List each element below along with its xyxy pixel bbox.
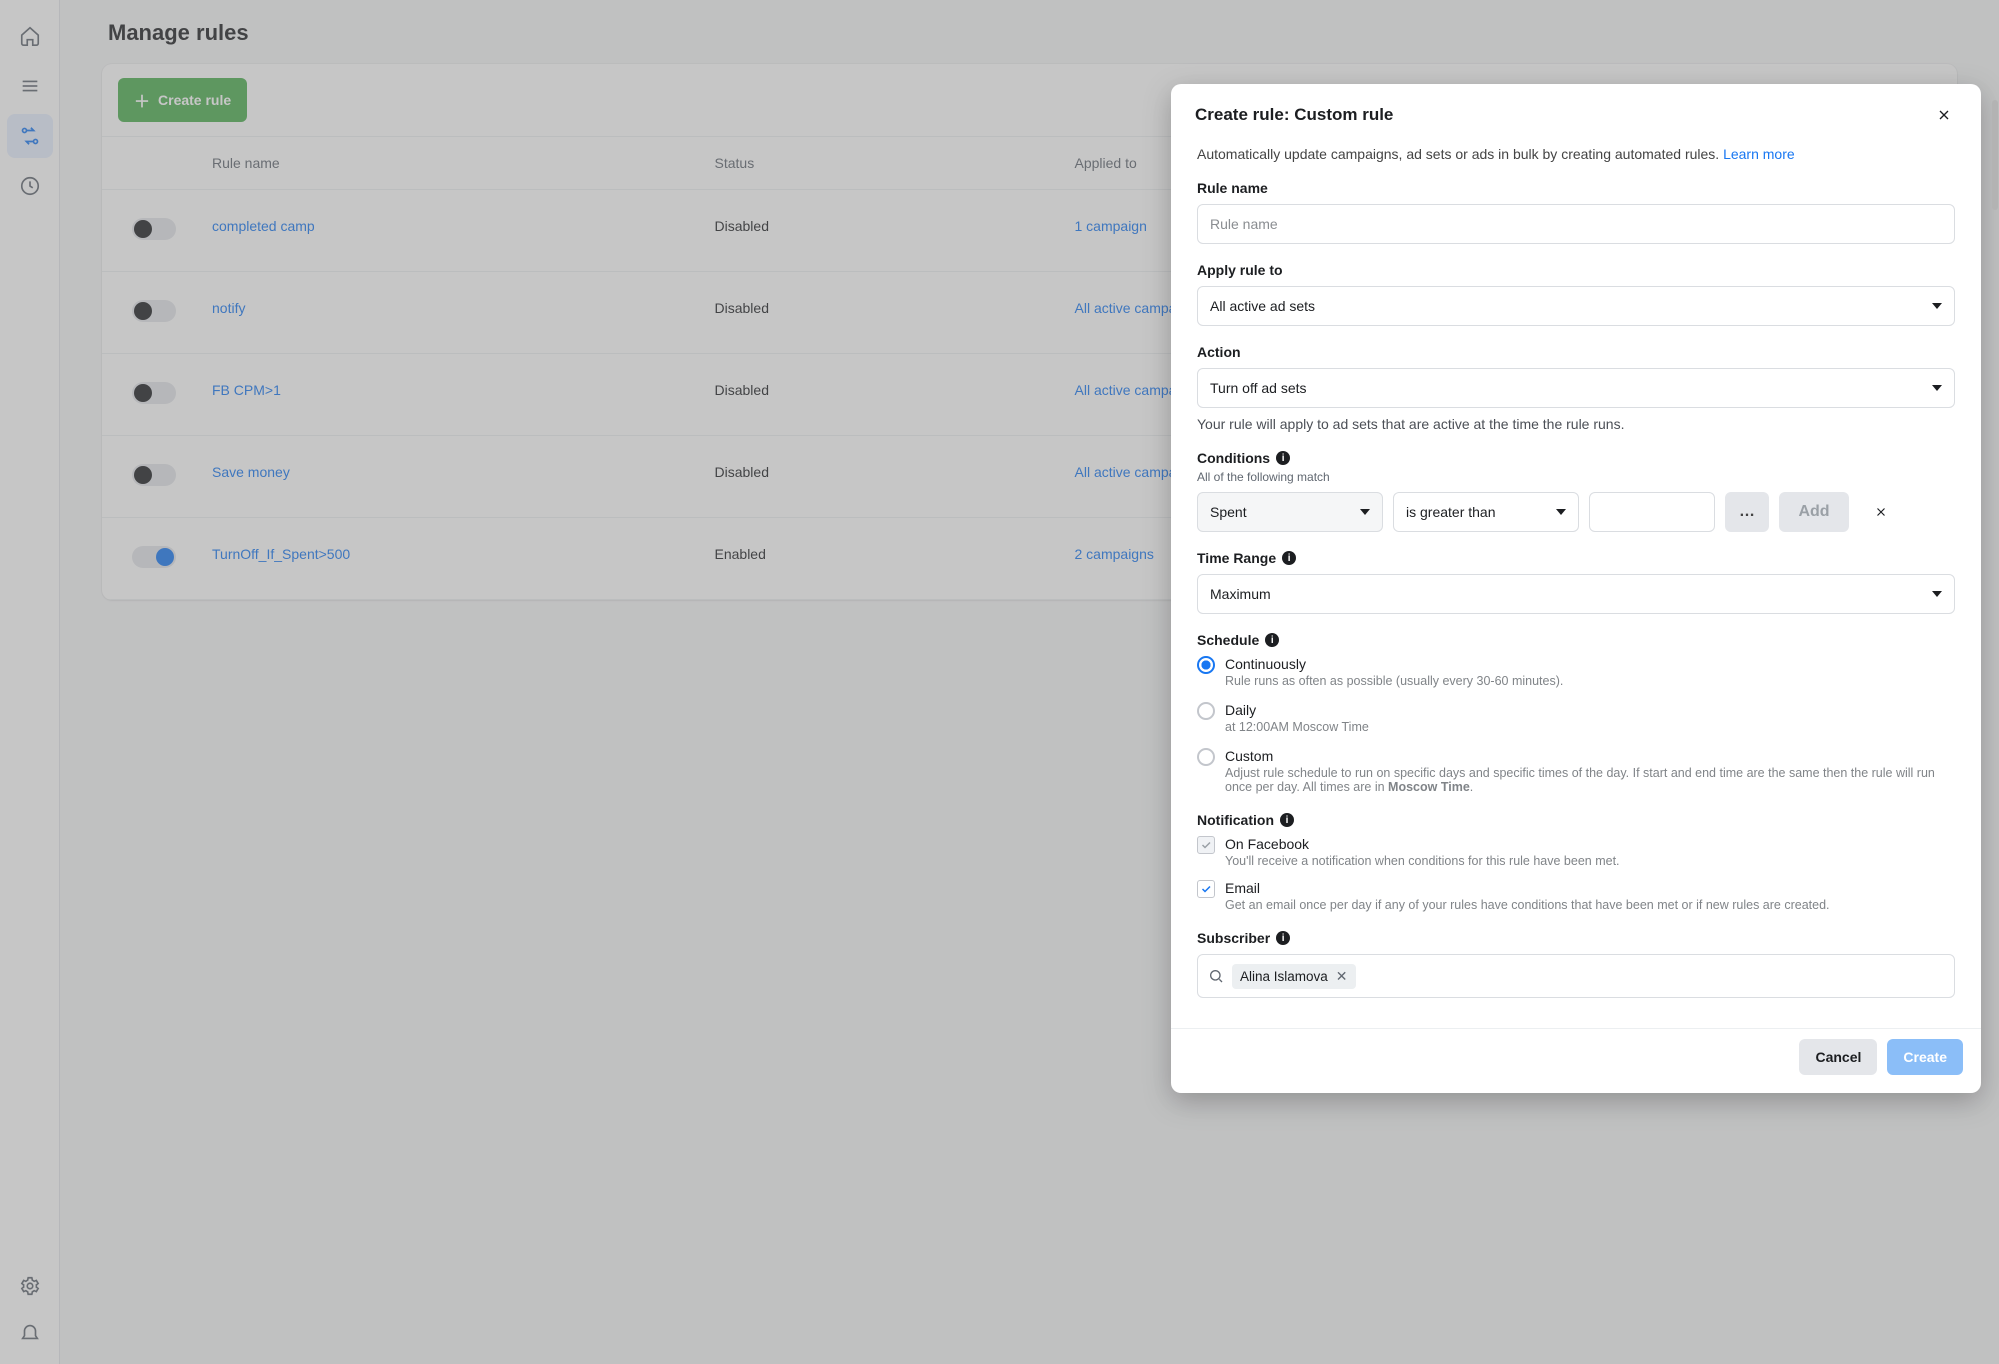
radio-icon <box>1197 702 1215 720</box>
condition-metric-select[interactable]: Spent <box>1197 492 1383 532</box>
schedule-continuously-desc: Rule runs as often as possible (usually … <box>1225 674 1563 688</box>
info-icon: i <box>1276 451 1290 465</box>
notification-email-desc: Get an email once per day if any of your… <box>1225 898 1830 912</box>
condition-metric-value: Spent <box>1210 504 1247 520</box>
schedule-label: Schedule i <box>1197 632 1955 648</box>
caret-down-icon <box>1932 303 1942 309</box>
time-range-section: Time Range i Maximum <box>1197 550 1955 614</box>
schedule-custom-desc: Adjust rule schedule to run on specific … <box>1225 766 1955 794</box>
conditions-sub: All of the following match <box>1197 470 1955 484</box>
notification-email[interactable]: Email Get an email once per day if any o… <box>1197 880 1955 912</box>
modal-footer: Cancel Create <box>1171 1028 1981 1093</box>
info-icon: i <box>1265 633 1279 647</box>
subscriber-section: Subscriber i Alina Islamova ✕ <box>1197 930 1955 998</box>
search-icon <box>1208 968 1224 984</box>
schedule-continuously-title: Continuously <box>1225 656 1563 672</box>
ellipsis-icon: … <box>1739 503 1755 521</box>
condition-row: Spent is greater than … Add <box>1197 492 1955 532</box>
schedule-daily-desc: at 12:00AM Moscow Time <box>1225 720 1369 734</box>
subscriber-chip-label: Alina Islamova <box>1240 969 1328 984</box>
info-icon: i <box>1282 551 1296 565</box>
scrollbar-thumb[interactable] <box>1992 100 1998 210</box>
close-button[interactable] <box>1931 102 1957 128</box>
apply-to-value: All active ad sets <box>1210 298 1315 314</box>
rule-name-input[interactable] <box>1197 204 1955 244</box>
info-icon: i <box>1276 931 1290 945</box>
subscriber-label: Subscriber i <box>1197 930 1955 946</box>
radio-icon <box>1197 748 1215 766</box>
cancel-button[interactable]: Cancel <box>1799 1039 1877 1075</box>
conditions-label: Conditions i <box>1197 450 1955 466</box>
learn-more-link[interactable]: Learn more <box>1723 146 1795 162</box>
scrollbar[interactable] <box>1992 100 1998 1344</box>
modal-title: Create rule: Custom rule <box>1195 105 1393 125</box>
apply-note: Your rule will apply to ad sets that are… <box>1197 416 1955 432</box>
time-range-select[interactable]: Maximum <box>1197 574 1955 614</box>
subscriber-chip-remove[interactable]: ✕ <box>1336 968 1348 985</box>
notification-label: Notification i <box>1197 812 1955 828</box>
caret-down-icon <box>1932 385 1942 391</box>
caret-down-icon <box>1556 509 1566 515</box>
close-icon <box>1936 107 1952 123</box>
action-section: Action Turn off ad sets Your rule will a… <box>1197 344 1955 432</box>
condition-add-button[interactable]: Add <box>1779 492 1849 532</box>
notification-facebook[interactable]: On Facebook You'll receive a notificatio… <box>1197 836 1955 868</box>
schedule-custom-title: Custom <box>1225 748 1955 764</box>
schedule-section: Schedule i Continuously Rule runs as oft… <box>1197 632 1955 794</box>
conditions-section: Conditions i All of the following match … <box>1197 450 1955 532</box>
apply-to-section: Apply rule to All active ad sets <box>1197 262 1955 326</box>
modal-description: Automatically update campaigns, ad sets … <box>1197 146 1955 162</box>
time-range-label: Time Range i <box>1197 550 1955 566</box>
caret-down-icon <box>1932 591 1942 597</box>
notification-facebook-desc: You'll receive a notification when condi… <box>1225 854 1620 868</box>
schedule-daily[interactable]: Daily at 12:00AM Moscow Time <box>1197 702 1955 734</box>
schedule-continuously[interactable]: Continuously Rule runs as often as possi… <box>1197 656 1955 688</box>
notification-email-title: Email <box>1225 880 1830 896</box>
checkbox-icon <box>1197 836 1215 854</box>
subscriber-chip: Alina Islamova ✕ <box>1232 964 1356 989</box>
modal-body: Automatically update campaigns, ad sets … <box>1171 142 1981 1028</box>
create-button[interactable]: Create <box>1887 1039 1963 1075</box>
condition-value-input[interactable] <box>1589 492 1715 532</box>
action-select[interactable]: Turn off ad sets <box>1197 368 1955 408</box>
apply-to-select[interactable]: All active ad sets <box>1197 286 1955 326</box>
schedule-custom[interactable]: Custom Adjust rule schedule to run on sp… <box>1197 748 1955 794</box>
condition-more-button[interactable]: … <box>1725 492 1769 532</box>
schedule-daily-title: Daily <box>1225 702 1369 718</box>
time-range-value: Maximum <box>1210 586 1271 602</box>
radio-icon <box>1197 656 1215 674</box>
subscriber-input[interactable]: Alina Islamova ✕ <box>1197 954 1955 998</box>
apply-to-label: Apply rule to <box>1197 262 1955 278</box>
notification-section: Notification i On Facebook You'll receiv… <box>1197 812 1955 912</box>
rule-name-label: Rule name <box>1197 180 1955 196</box>
notification-facebook-title: On Facebook <box>1225 836 1620 852</box>
condition-operator-select[interactable]: is greater than <box>1393 492 1579 532</box>
close-icon <box>1874 505 1888 519</box>
action-label: Action <box>1197 344 1955 360</box>
checkbox-icon <box>1197 880 1215 898</box>
action-value: Turn off ad sets <box>1210 380 1307 396</box>
condition-delete-button[interactable] <box>1859 492 1903 532</box>
create-rule-modal: Create rule: Custom rule Automatically u… <box>1171 84 1981 1093</box>
info-icon: i <box>1280 813 1294 827</box>
condition-operator-value: is greater than <box>1406 504 1496 520</box>
modal-overlay: Create rule: Custom rule Automatically u… <box>0 0 1999 1364</box>
rule-name-section: Rule name <box>1197 180 1955 244</box>
modal-header: Create rule: Custom rule <box>1171 84 1981 142</box>
caret-down-icon <box>1360 509 1370 515</box>
